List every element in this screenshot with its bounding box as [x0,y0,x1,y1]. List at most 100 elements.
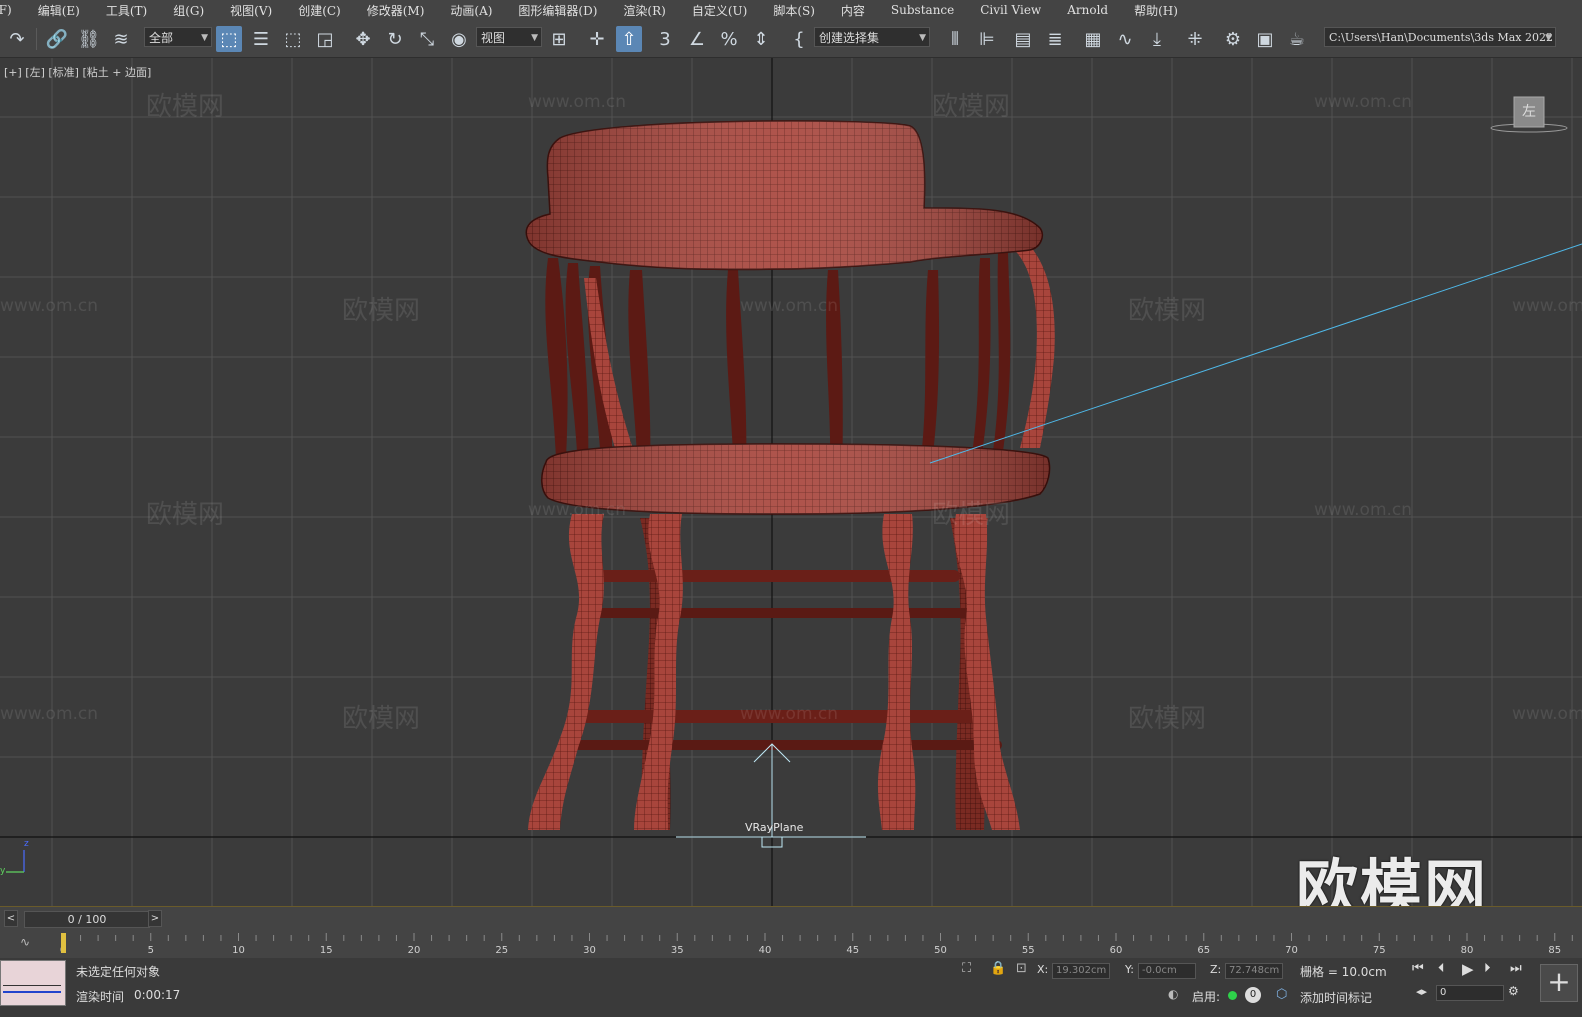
absolute-mode-icon[interactable]: ⊡ [1016,961,1027,976]
time-tag-icon[interactable]: ⬡ [1276,987,1287,1002]
isolate-selection-icon[interactable]: ⛶ [962,961,971,976]
y-coord-field[interactable]: -0.0cm [1138,963,1196,979]
select-object-icon[interactable]: ⬚ [216,26,242,52]
track-tick-label: 5 [148,945,154,956]
window-crossing-icon[interactable]: ◲ [312,26,338,52]
prev-frame-icon[interactable]: < [4,910,18,927]
schematic-view-icon[interactable]: ⤓ [1144,26,1170,52]
menu-item[interactable]: Arnold [1055,3,1122,17]
track-tick-label: 25 [495,945,508,956]
menu-item[interactable]: (F) [0,3,26,17]
mirror-icon[interactable]: ⫴ [942,26,968,52]
toggle-ribbon-icon[interactable]: ▦ [1080,26,1106,52]
watermark: 欧模网 [342,296,421,326]
time-slider[interactable]: 0 / 100 [24,911,150,928]
menu-item[interactable]: 动画(A) [438,2,506,19]
go-to-end-icon[interactable]: ⏭ [1510,961,1522,976]
link-icon[interactable]: 🔗 [44,26,70,52]
go-to-start-icon[interactable]: ⏮ [1412,961,1424,976]
named-selection-set-dropdown[interactable]: 创建选择集 ▼ [814,27,930,47]
project-path-dropdown[interactable]: C:\Users\Han\Documents\3ds Max 2022 ▼ [1324,27,1556,47]
menu-item[interactable]: 自定义(U) [680,2,761,19]
snaps-toggle-icon[interactable]: 3 [652,26,678,52]
menu-item[interactable]: 工具(T) [94,2,161,19]
viewport-label[interactable]: [+] [左] [标准] [粘土 + 边面] [4,64,151,80]
previous-frame-icon[interactable]: ⏴ [1438,961,1445,976]
adaptive-degradation-icon[interactable]: ◐ [1168,987,1178,1001]
select-and-place-icon[interactable]: ◉ [446,26,472,52]
watermark: 欧模网 [932,500,1011,530]
menu-item[interactable]: 脚本(S) [761,2,829,19]
menu-item[interactable]: Civil View [968,3,1055,17]
vrayplane-label: VRayPlane [745,821,804,834]
menu-item[interactable]: 视图(V) [218,2,286,19]
menu-item[interactable]: 渲染(R) [611,2,679,19]
menu-item[interactable]: 编辑(E) [26,2,94,19]
selection-filter-dropdown[interactable]: 全部 ▼ [144,27,212,47]
next-frame-icon[interactable]: > [148,910,162,927]
menu-item[interactable]: 图形编辑器(D) [506,2,611,19]
time-config-icon[interactable]: ⚙ [1508,984,1519,998]
chevron-down-icon: ▼ [201,33,208,43]
track-tick-label: 35 [671,945,684,956]
unlink-icon[interactable]: ⛓ [76,26,102,52]
current-frame-marker[interactable] [61,933,66,953]
snap-label: 3 [659,28,671,50]
select-and-scale-icon[interactable]: ⤡ [414,26,440,52]
track-tick-label: 10 [232,945,245,956]
current-frame-field[interactable]: 0 [1436,985,1504,1001]
track-tick-label: 45 [846,945,859,956]
track-tick-label: 15 [320,945,333,956]
chair-model[interactable] [520,120,1055,834]
menu-item[interactable]: 帮助(H) [1122,2,1192,19]
menu-item[interactable]: Substance [879,3,968,17]
angle-snap-icon[interactable]: ∠ [684,26,710,52]
curve-editor-icon[interactable]: ∿ [1112,26,1138,52]
curve-editor-toggle-icon[interactable]: ∿ [20,935,30,949]
edit-named-selection-icon[interactable]: { [786,26,812,52]
bind-space-warp-icon[interactable]: ≋ [108,26,134,52]
scene-explorer-icon[interactable]: ▤ [1010,26,1036,52]
add-time-tag[interactable]: 添加时间标记 [1300,989,1372,1006]
watermark: 欧模网 [932,92,1011,122]
material-editor-icon[interactable]: ⁜ [1182,26,1208,52]
rectangular-selection-icon[interactable]: ⬚ [280,26,306,52]
menu-item[interactable]: 修改器(M) [355,2,439,19]
enable-label: 启用: [1192,990,1221,1004]
select-and-rotate-icon[interactable]: ↻ [382,26,408,52]
next-frame-icon[interactable]: ⏵ [1484,961,1491,976]
track-bar[interactable]: 0510152025303540455055606570758085 [60,933,1582,959]
watermark: www.om.cn [0,296,99,316]
status-bar: 未选定任何对象 渲染时间 0:00:17 ⛶ 🔒 ⊡ X: 19.302cm Y… [0,958,1582,1017]
select-and-move-icon[interactable]: ✥ [350,26,376,52]
x-coord-field[interactable]: 19.302cm [1052,963,1110,979]
viewport-navigation-icon[interactable]: + [1540,964,1578,1002]
render-production-icon[interactable]: ☕ [1284,26,1310,52]
y-coord-label: Y: [1125,963,1134,976]
select-manipulate-icon[interactable]: ✛ [584,26,610,52]
viewcube-label[interactable]: 左 [1514,97,1544,127]
selection-lock-icon[interactable]: 🔒 [990,961,1006,976]
percent-snap-icon[interactable]: % [716,26,742,52]
reference-coordinate-dropdown[interactable]: 视图 ▼ [476,27,542,47]
redo-icon[interactable]: ↷ [4,26,30,52]
select-by-name-icon[interactable]: ☰ [248,26,274,52]
spinner-snap-icon[interactable]: ⇕ [748,26,774,52]
align-icon[interactable]: ⊫ [974,26,1000,52]
layer-explorer-icon[interactable]: ≣ [1042,26,1068,52]
menu-item[interactable]: 内容 [829,2,879,19]
maxscript-listener[interactable] [0,960,66,1006]
menu-item[interactable]: 组(G) [161,2,218,19]
z-coord-field[interactable]: 72.748cm [1225,963,1283,979]
keyboard-shortcut-override-icon[interactable]: ⇧ [616,26,642,52]
track-tick-label: 50 [934,945,947,956]
rendered-frame-window-icon[interactable]: ▣ [1252,26,1278,52]
render-time-value: 0:00:17 [134,988,181,1002]
viewport-left[interactable]: [+] [左] [标准] [粘土 + 边面] 左 VRayPlane z y 欧… [0,58,1582,906]
enable-count[interactable]: 0 [1245,987,1261,1003]
key-mode-icon[interactable]: ◂▸ [1416,985,1427,998]
play-icon[interactable]: ▶ [1462,960,1474,978]
pivot-center-icon[interactable]: ⊞ [546,26,572,52]
menu-item[interactable]: 创建(C) [286,2,355,19]
render-setup-icon[interactable]: ⚙ [1220,26,1246,52]
